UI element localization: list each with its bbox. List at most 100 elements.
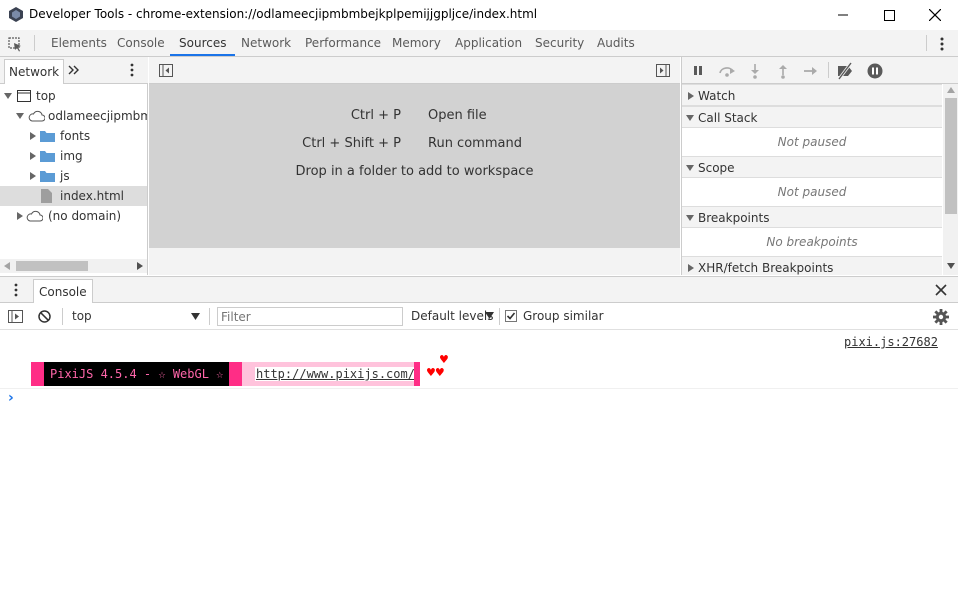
editor-placeholder[interactable]: Ctrl + P Open file Ctrl + Shift + P Run … <box>149 84 680 248</box>
inspect-element-button[interactable] <box>6 35 24 53</box>
call-stack-status: Not paused <box>777 135 847 149</box>
toggle-debugger-button[interactable] <box>655 63 671 78</box>
triangle-down-icon <box>686 215 694 221</box>
triangle-down-icon <box>4 93 12 99</box>
more-tabs-button[interactable] <box>66 62 82 78</box>
console-input[interactable] <box>22 390 942 408</box>
close-drawer-button[interactable] <box>934 283 948 297</box>
main-tab-bar: Elements Console Sources Network Perform… <box>0 30 958 57</box>
tab-memory[interactable]: Memory <box>392 30 441 56</box>
step-out-icon <box>779 65 787 79</box>
tree-label-no-domain: (no domain) <box>48 209 122 223</box>
step-into-icon <box>751 64 759 79</box>
pause-resume-button[interactable] <box>691 63 707 79</box>
scope-status: Not paused <box>777 185 847 199</box>
pane-header-scope[interactable]: Scope <box>682 156 942 178</box>
tree-item-folder-fonts[interactable]: fonts <box>0 126 147 146</box>
group-similar-checkbox[interactable] <box>505 310 517 322</box>
navigator-tab-network[interactable]: Network <box>4 59 65 84</box>
tab-sources[interactable]: Sources <box>170 30 236 56</box>
log-levels-dropdown[interactable]: Default levels <box>411 307 496 326</box>
close-window-button[interactable] <box>912 0 958 30</box>
kebab-menu-icon <box>940 37 944 51</box>
window-title: Developer Tools - chrome-extension://odl… <box>29 7 538 21</box>
console-message: PixiJS 4.5.4 - ☆ WebGL ☆ http://www.pixi… <box>0 353 958 389</box>
step-out-button[interactable] <box>776 63 790 79</box>
tree-label-img: img <box>60 149 83 163</box>
pane-header-breakpoints[interactable]: Breakpoints <box>682 206 942 228</box>
triangle-right-icon <box>688 92 694 100</box>
console-settings-button[interactable] <box>932 308 950 326</box>
cloud-icon <box>28 110 45 122</box>
console-filter-input[interactable] <box>217 307 403 326</box>
pane-header-call-stack[interactable]: Call Stack <box>682 106 942 128</box>
tab-network[interactable]: Network <box>241 30 291 56</box>
tree-item-no-domain[interactable]: (no domain) <box>0 206 147 226</box>
navigator-menu-button[interactable] <box>125 62 139 78</box>
pause-icon <box>694 66 702 75</box>
block-icon <box>38 310 51 323</box>
tree-item-top[interactable]: top <box>0 86 147 106</box>
step-button[interactable] <box>802 63 818 79</box>
tab-audits[interactable]: Audits <box>597 30 635 56</box>
show-sidebar-button[interactable] <box>7 309 24 324</box>
kebab-menu-icon <box>14 283 18 297</box>
tab-elements[interactable]: Elements <box>51 30 107 56</box>
tree-item-origin[interactable]: odlameecjipmbmbejkplpemijjgpljce <box>0 106 147 126</box>
tab-console[interactable]: Console <box>117 30 165 56</box>
step-over-button[interactable] <box>718 63 736 79</box>
pixi-url-link[interactable]: http://www.pixijs.com/ <box>255 367 416 381</box>
heart-icon: ♥ <box>439 353 449 366</box>
triangle-right-icon <box>30 152 36 160</box>
tree-item-file-index[interactable]: index.html <box>0 186 147 206</box>
toggle-navigator-button[interactable] <box>158 63 174 78</box>
tab-application[interactable]: Application <box>455 30 522 56</box>
minimize-button[interactable] <box>820 0 866 30</box>
tree-item-folder-js[interactable]: js <box>0 166 147 186</box>
maximize-button[interactable] <box>866 0 912 30</box>
tree-label-js: js <box>60 169 70 183</box>
sidebar-play-icon <box>8 310 23 323</box>
group-similar-toggle[interactable]: Group similar <box>505 307 605 326</box>
tab-performance[interactable]: Performance <box>305 30 381 56</box>
scroll-left-icon <box>4 262 10 270</box>
triangle-right-icon <box>30 132 36 140</box>
debugger-vertical-scrollbar[interactable] <box>943 84 958 275</box>
tree-label-index: index.html <box>60 189 124 203</box>
navigator-tab-bar: Network <box>0 57 148 84</box>
drawer-tab-console[interactable]: Console <box>33 279 93 304</box>
navigator-horizontal-scrollbar[interactable] <box>0 259 147 273</box>
maximize-icon <box>883 9 895 21</box>
pane-header-watch[interactable]: Watch <box>682 84 942 106</box>
drawer-tab-bar: Console <box>0 276 958 304</box>
pane-header-xhr-breakpoints[interactable]: XHR/fetch Breakpoints <box>682 256 942 275</box>
pixi-banner-stripe-left <box>31 362 44 386</box>
console-prompt-icon: › <box>8 390 14 406</box>
step-into-button[interactable] <box>748 63 762 79</box>
file-icon <box>41 189 52 203</box>
drawer-menu-button[interactable] <box>9 282 23 298</box>
triangle-down-icon <box>16 113 24 119</box>
breakpoint-deactivate-icon <box>837 62 853 80</box>
cloud-icon <box>26 210 43 222</box>
inspect-cursor-icon <box>8 37 21 52</box>
scroll-up-icon <box>947 87 955 93</box>
debugger-toolbar <box>682 57 958 84</box>
tree-label-top: top <box>36 89 56 103</box>
folder-icon <box>40 131 55 142</box>
clear-console-button[interactable] <box>37 309 52 324</box>
tab-security[interactable]: Security <box>535 30 584 56</box>
log-source-link[interactable]: pixi.js:27682 <box>844 335 938 349</box>
pane-title-call-stack: Call Stack <box>698 111 758 125</box>
devtools-menu-button[interactable] <box>934 35 950 53</box>
context-selector[interactable]: top <box>68 307 204 326</box>
pause-on-exceptions-button[interactable] <box>866 62 884 80</box>
folder-icon <box>40 151 55 162</box>
scrollbar-thumb[interactable] <box>945 98 957 214</box>
triangle-right-icon <box>688 264 694 272</box>
triangle-down-icon <box>686 165 694 171</box>
deactivate-breakpoints-button[interactable] <box>836 62 854 80</box>
pane-title-watch: Watch <box>698 89 736 103</box>
tree-item-folder-img[interactable]: img <box>0 146 147 166</box>
scrollbar-thumb[interactable] <box>16 261 88 271</box>
